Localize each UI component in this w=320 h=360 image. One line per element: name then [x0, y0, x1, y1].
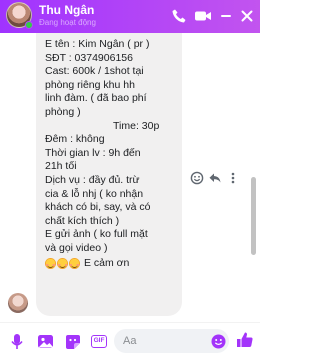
smiling-face-icon	[69, 257, 80, 269]
smiling-face-icon	[57, 257, 68, 269]
closing-text: E cảm ơn	[84, 256, 130, 269]
mic-icon[interactable]	[10, 333, 24, 351]
emoji-icon[interactable]	[211, 334, 226, 349]
like-icon[interactable]	[236, 331, 254, 349]
image-icon[interactable]	[37, 333, 55, 351]
message-line: chất kích thích )	[45, 214, 120, 227]
message-line: khách có bi, say, và có	[45, 201, 151, 214]
message-line: cia & lỗ nhj ( ko nhận	[45, 187, 144, 200]
message-line: Cast: 600k / 1shot tại	[45, 65, 144, 78]
message-line: E tên : Kim Ngân ( pr )	[45, 38, 150, 50]
message-line: phòng riêng khu hh	[45, 78, 135, 91]
message-line: và gọi video )	[45, 241, 108, 254]
message-line: phòng )	[45, 105, 81, 118]
message-line: Đêm : không	[45, 133, 105, 146]
close-icon[interactable]	[240, 8, 254, 24]
video-icon[interactable]	[194, 8, 212, 24]
composer-bar: GIF Aa	[0, 322, 260, 360]
gif-label: GIF	[93, 337, 105, 344]
minimize-icon[interactable]	[219, 8, 233, 24]
message-bubble[interactable]: E tên : Kim Ngân ( pr ) SĐT : 0374906156…	[36, 33, 182, 316]
online-indicator	[25, 21, 33, 29]
message-line: Thời gian lv : 9h đến	[45, 146, 141, 159]
message-line: linh đàm. ( đã bao phí	[45, 92, 147, 105]
message-line: Dịch vụ : đầy đủ. trừ	[45, 173, 140, 186]
message-list: E tên : Kim Ngân ( pr ) SĐT : 0374906156…	[0, 33, 260, 333]
contact-status: Đang hoạt động	[39, 18, 96, 27]
message-line: E gửi ảnh ( ko full mặt	[45, 228, 148, 241]
message-line: 21h tối	[45, 160, 77, 173]
reply-icon[interactable]	[208, 171, 222, 190]
chat-header: Thu Ngân Đang hoạt động	[0, 0, 260, 33]
message-closing-line: E cảm ơn	[45, 257, 173, 271]
react-icon[interactable]	[190, 171, 204, 190]
sender-avatar[interactable]	[8, 293, 28, 313]
smiling-face-icon	[45, 257, 56, 269]
message-line: Time: 30p	[113, 119, 160, 132]
message-line: SĐT : 0374906156	[45, 51, 133, 64]
more-icon[interactable]	[226, 171, 240, 190]
gif-icon[interactable]: GIF	[91, 335, 107, 348]
scrollbar[interactable]	[251, 177, 256, 255]
phone-icon[interactable]	[171, 8, 187, 24]
sticker-icon[interactable]	[64, 333, 82, 351]
contact-name[interactable]: Thu Ngân	[39, 3, 94, 17]
